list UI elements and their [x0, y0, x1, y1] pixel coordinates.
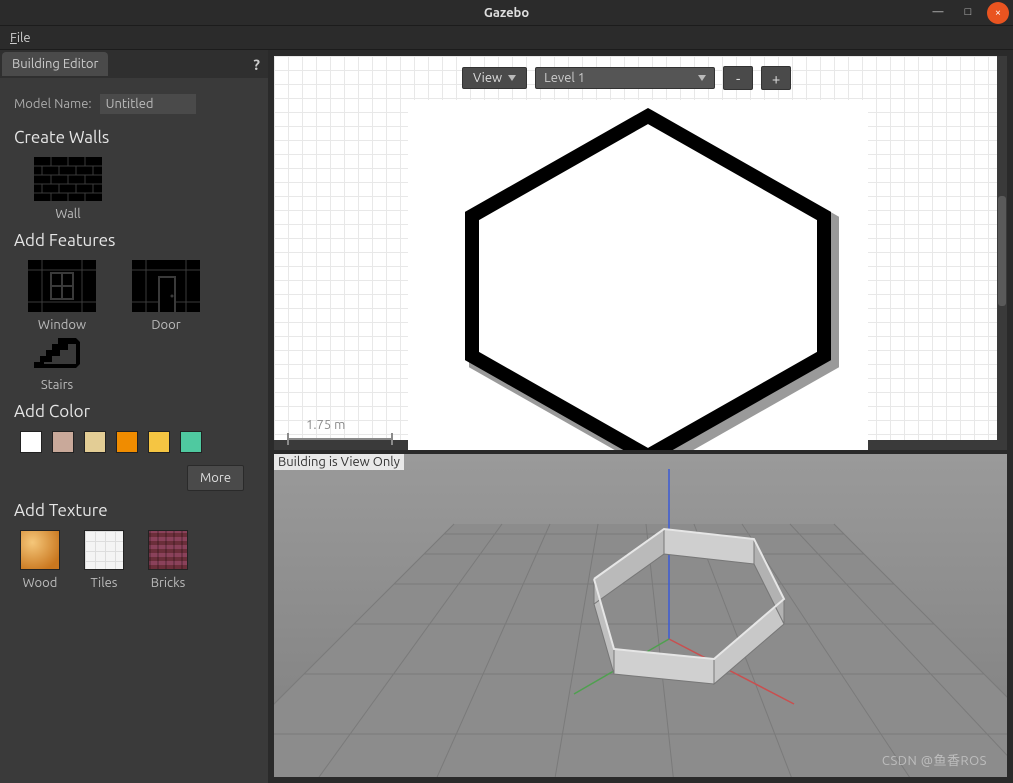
scrollbar-2d-vertical[interactable] — [997, 56, 1007, 450]
palette-door[interactable]: Door — [132, 260, 200, 332]
texture-tiles[interactable]: Tiles — [84, 530, 124, 590]
palette-wall[interactable]: Wall — [34, 157, 102, 221]
tab-building-editor[interactable]: Building Editor — [2, 52, 108, 76]
palette-features: Window Door — [28, 260, 254, 332]
wood-icon — [20, 530, 60, 570]
canvas-3d[interactable]: Building is View Only — [274, 454, 1007, 777]
window-title: Gazebo — [484, 6, 529, 20]
sidebar: Building Editor ? Model Name: Create Wal… — [0, 50, 268, 783]
sidebar-tabbar: Building Editor ? — [0, 50, 268, 78]
view3d-status: Building is View Only — [274, 454, 404, 470]
texture-tiles-label: Tiles — [91, 576, 118, 590]
section-add-texture: Add Texture — [14, 501, 254, 520]
color-swatch-5[interactable] — [180, 431, 202, 453]
hexagon-wall[interactable] — [448, 100, 848, 450]
level-select[interactable]: Level 1 — [535, 67, 715, 89]
palette-window[interactable]: Window — [28, 260, 96, 332]
chevron-down-icon — [698, 75, 706, 81]
section-add-features: Add Features — [14, 231, 254, 250]
wall-icon — [34, 157, 102, 201]
palette-walls: Wall — [34, 157, 254, 221]
chevron-down-icon — [508, 75, 516, 81]
scale-value: 1.75 m — [306, 418, 396, 432]
tiles-icon — [84, 530, 124, 570]
sidebar-panel: Model Name: Create Walls — [0, 78, 268, 783]
menu-file[interactable]: File — [10, 31, 31, 45]
palette-stairs-label: Stairs — [41, 378, 73, 392]
minimize-button[interactable]: — — [927, 2, 949, 22]
more-colors-button[interactable]: More — [187, 465, 244, 491]
palette-stairs[interactable]: Stairs — [34, 338, 80, 392]
window-icon — [28, 260, 96, 312]
titlebar: Gazebo — □ × — [0, 0, 1013, 26]
texture-wood-label: Wood — [23, 576, 58, 590]
color-swatch-2[interactable] — [84, 431, 106, 453]
level-add-button[interactable]: + — [761, 66, 791, 90]
canvas-2d[interactable]: View Level 1 - + 1.75 m — [274, 56, 1007, 450]
texture-swatches: Wood Tiles Bricks — [20, 530, 254, 590]
right-area: View Level 1 - + 1.75 m — [268, 50, 1013, 783]
stairs-icon — [34, 338, 80, 372]
level-remove-button[interactable]: - — [723, 66, 753, 90]
texture-bricks-label: Bricks — [151, 576, 186, 590]
section-create-walls: Create Walls — [14, 128, 254, 147]
scale-indicator: 1.75 m — [284, 418, 396, 446]
texture-wood[interactable]: Wood — [20, 530, 60, 590]
menubar: File — [0, 26, 1013, 50]
view-button[interactable]: View — [462, 67, 527, 89]
palette-window-label: Window — [38, 318, 86, 332]
level-select-value: Level 1 — [544, 71, 585, 85]
floorplan-area — [408, 100, 868, 450]
color-swatch-1[interactable] — [52, 431, 74, 453]
color-swatch-3[interactable] — [116, 431, 138, 453]
color-swatch-4[interactable] — [148, 431, 170, 453]
bricks-icon — [148, 530, 188, 570]
model-name-row: Model Name: — [14, 94, 254, 114]
close-button[interactable]: × — [987, 2, 1009, 24]
palette-door-label: Door — [151, 318, 180, 332]
model-name-input[interactable] — [100, 94, 196, 114]
watermark: CSDN @鱼香ROS — [882, 750, 987, 769]
toolbar-2d: View Level 1 - + — [462, 66, 791, 90]
hexagon-3d — [544, 484, 814, 724]
model-name-label: Model Name: — [14, 97, 92, 111]
maximize-button[interactable]: □ — [957, 2, 979, 22]
window-controls: — □ × — [927, 2, 1009, 24]
color-swatches — [20, 431, 254, 453]
door-icon — [132, 260, 200, 312]
color-swatch-0[interactable] — [20, 431, 42, 453]
texture-bricks[interactable]: Bricks — [148, 530, 188, 590]
help-button[interactable]: ? — [253, 56, 260, 73]
palette-wall-label: Wall — [55, 207, 80, 221]
section-add-color: Add Color — [14, 402, 254, 421]
palette-stairs-row: Stairs — [34, 338, 254, 392]
main-layout: Building Editor ? Model Name: Create Wal… — [0, 50, 1013, 783]
